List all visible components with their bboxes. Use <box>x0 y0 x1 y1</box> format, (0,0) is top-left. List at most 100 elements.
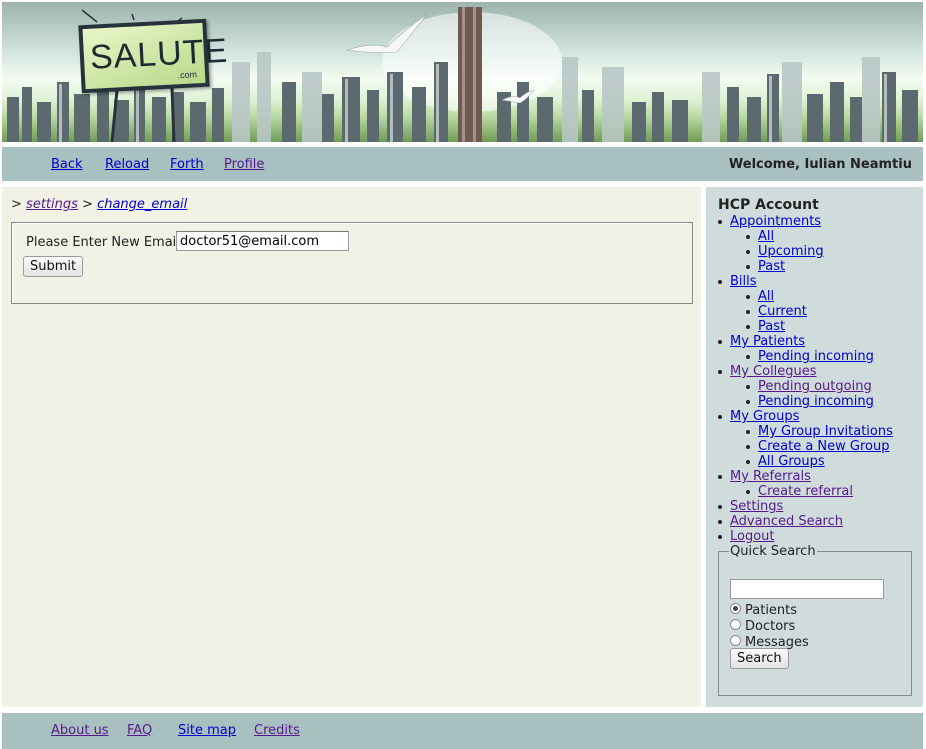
faq-link[interactable]: FAQ <box>127 723 152 738</box>
sidebar-menu-item: Logout <box>706 529 893 544</box>
radio-doctors[interactable]: Doctors <box>730 619 795 634</box>
about-us-link[interactable]: About us <box>51 723 109 738</box>
logo-domain: .com <box>177 69 198 81</box>
sidebar-link-my-group-invitations[interactable]: My Group Invitations <box>758 424 893 439</box>
sidebar-title: HCP Account <box>718 197 819 213</box>
bullet-icon <box>746 400 750 404</box>
main-content: > settings > change_email Please Enter N… <box>2 187 701 707</box>
back-link[interactable]: Back <box>51 157 83 172</box>
sidebar-menu-item: Past <box>706 259 893 274</box>
sidebar-menu-item: Advanced Search <box>706 514 893 529</box>
bullet-icon <box>746 430 750 434</box>
bullet-icon <box>718 415 722 419</box>
sidebar-link-logout[interactable]: Logout <box>730 529 775 544</box>
breadcrumb-change-email-link[interactable]: change_email <box>97 197 187 212</box>
sidebar-menu-item: Create referral <box>706 484 893 499</box>
breadcrumb-separator: > <box>82 197 93 212</box>
radio-messages-button[interactable] <box>730 635 741 646</box>
sidebar-menu-item: Appointments <box>706 214 893 229</box>
radio-patients-button[interactable] <box>730 603 741 614</box>
breadcrumb-separator: > <box>11 197 22 212</box>
header-banner: SALUTE .com <box>2 2 923 142</box>
sidebar-menu-item: My Referrals <box>706 469 893 484</box>
salute-logo: SALUTE .com <box>78 18 229 94</box>
radio-patients[interactable]: Patients <box>730 603 797 618</box>
submit-button[interactable]: Submit <box>23 256 84 277</box>
sidebar-link-pending-incoming[interactable]: Pending incoming <box>758 349 874 364</box>
bullet-icon <box>718 280 722 284</box>
bullet-icon <box>718 520 722 524</box>
sidebar-link-settings[interactable]: Settings <box>730 499 783 514</box>
sidebar-menu-item: All Groups <box>706 454 893 469</box>
sidebar-link-create-referral[interactable]: Create referral <box>758 484 853 499</box>
sidebar-menu-item: Current <box>706 304 893 319</box>
bullet-icon <box>746 265 750 269</box>
sidebar-link-create-a-new-group[interactable]: Create a New Group <box>758 439 890 454</box>
sidebar-link-past[interactable]: Past <box>758 319 785 334</box>
sidebar-link-bills[interactable]: Bills <box>730 274 757 289</box>
breadcrumb-settings-link[interactable]: settings <box>26 197 78 212</box>
sidebar-link-all[interactable]: All <box>758 289 774 304</box>
bullet-icon <box>718 220 722 224</box>
sidebar-menu-item: My Group Invitations <box>706 424 893 439</box>
sidebar-menu-item: My Groups <box>706 409 893 424</box>
bullet-icon <box>746 385 750 389</box>
sidebar-link-my-referrals[interactable]: My Referrals <box>730 469 811 484</box>
search-button[interactable]: Search <box>730 648 789 669</box>
credits-link[interactable]: Credits <box>254 723 300 738</box>
bullet-icon <box>718 505 722 509</box>
new-email-input[interactable] <box>176 231 349 251</box>
bullet-icon <box>746 355 750 359</box>
welcome-message: Welcome, Iulian Neamtiu <box>728 157 912 172</box>
sidebar-link-all[interactable]: All <box>758 229 774 244</box>
sidebar-link-past[interactable]: Past <box>758 259 785 274</box>
bullet-icon <box>746 445 750 449</box>
bullet-icon <box>746 490 750 494</box>
breadcrumb: > settings > change_email <box>11 197 187 212</box>
logo-text: SALUTE <box>89 31 230 77</box>
forth-link[interactable]: Forth <box>170 157 204 172</box>
bullet-icon <box>746 250 750 254</box>
bullet-icon <box>746 235 750 239</box>
bullet-icon <box>718 370 722 374</box>
sidebar-menu-item: Create a New Group <box>706 439 893 454</box>
reload-link[interactable]: Reload <box>105 157 149 172</box>
sidebar-menu-item: Upcoming <box>706 244 893 259</box>
quick-search-input[interactable] <box>730 579 884 599</box>
radio-patients-label: Patients <box>745 603 798 618</box>
bullet-icon <box>718 475 722 479</box>
bullet-icon <box>746 310 750 314</box>
sidebar-link-current[interactable]: Current <box>758 304 807 319</box>
site-map-link[interactable]: Site map <box>178 723 236 738</box>
sidebar-menu-item: My Collegues <box>706 364 893 379</box>
sidebar-menu-item: Pending outgoing <box>706 379 893 394</box>
radio-doctors-label: Doctors <box>745 619 796 634</box>
sidebar-menu-item: Bills <box>706 274 893 289</box>
radio-doctors-button[interactable] <box>730 619 741 630</box>
sidebar-link-pending-incoming[interactable]: Pending incoming <box>758 394 874 409</box>
sidebar-link-appointments[interactable]: Appointments <box>730 214 821 229</box>
sidebar-link-my-collegues[interactable]: My Collegues <box>730 364 817 379</box>
quick-search-panel: Quick Search Patients Doctors Messages S… <box>718 544 912 696</box>
sidebar-link-pending-outgoing[interactable]: Pending outgoing <box>758 379 872 394</box>
sidebar-link-my-groups[interactable]: My Groups <box>730 409 799 424</box>
bullet-icon <box>718 535 722 539</box>
sidebar-link-all-groups[interactable]: All Groups <box>758 454 825 469</box>
bullet-icon <box>746 295 750 299</box>
bullet-icon <box>718 340 722 344</box>
sidebar-link-advanced-search[interactable]: Advanced Search <box>730 514 843 529</box>
sidebar-menu-item: Pending incoming <box>706 394 893 409</box>
profile-link[interactable]: Profile <box>224 157 264 172</box>
sidebar-menu-item: All <box>706 229 893 244</box>
sidebar-menu-item: Pending incoming <box>706 349 893 364</box>
sidebar-menu-item: Settings <box>706 499 893 514</box>
sidebar-link-upcoming[interactable]: Upcoming <box>758 244 824 259</box>
sidebar-menu-item: Past <box>706 319 893 334</box>
change-email-form: Please Enter New Email: Submit <box>11 222 693 304</box>
sidebar-menu-item: All <box>706 289 893 304</box>
quick-search-legend: Quick Search <box>729 544 817 559</box>
sidebar: HCP Account Appointments All Upcoming Past B… <box>706 187 923 707</box>
sidebar-link-my-patients[interactable]: My Patients <box>730 334 805 349</box>
account-menu: Appointments All Upcoming Past Bills All Curre… <box>706 214 893 544</box>
sidebar-menu-item: My Patients <box>706 334 893 349</box>
